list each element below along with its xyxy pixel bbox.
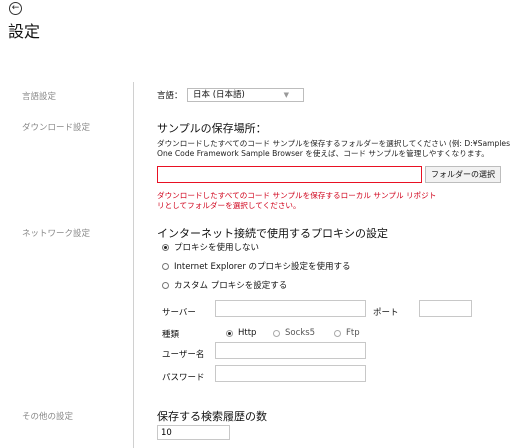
history-heading: 保存する検索履歴の数 — [157, 410, 267, 423]
type-socks-option[interactable]: Socks5 — [273, 328, 315, 338]
server-input[interactable] — [215, 300, 366, 317]
radio-selected-icon — [226, 329, 233, 337]
radio-icon — [162, 262, 169, 270]
proxy-ie-option[interactable]: Internet Explorer のプロキシ設定を使用する — [162, 260, 351, 272]
page-title: 設定 — [8, 22, 41, 41]
username-label: ユーザー名 — [162, 350, 205, 360]
type-http-option[interactable]: Http — [226, 328, 256, 338]
type-socks-label: Socks5 — [285, 328, 316, 338]
server-label: サーバー — [162, 308, 196, 318]
network-heading: インターネット接続で使用するプロキシの設定 — [157, 227, 388, 240]
language-select[interactable]: 日本 (日本語) ▼ — [187, 88, 304, 102]
nav-other[interactable]: その他の設定 — [22, 410, 73, 422]
history-count-input[interactable] — [157, 425, 230, 440]
type-ftp-label: Ftp — [346, 328, 360, 338]
language-label: 言語： — [157, 91, 183, 101]
nav-language[interactable]: 言語設定 — [22, 90, 56, 102]
proxy-custom-label: カスタム プロキシを設定する — [174, 281, 288, 291]
proxy-custom-option[interactable]: カスタム プロキシを設定する — [162, 279, 287, 291]
port-label: ポート — [373, 308, 399, 318]
download-desc-line2: One Code Framework Sample Browser を使えば、コ… — [157, 149, 489, 158]
language-select-value: 日本 (日本語) — [193, 90, 245, 100]
type-label: 種類 — [162, 330, 180, 340]
nav-network[interactable]: ネットワーク設定 — [22, 227, 90, 239]
radio-icon — [162, 281, 169, 289]
proxy-none-label: プロキシを使用しない — [174, 243, 260, 253]
folder-path-input[interactable] — [157, 166, 422, 183]
port-input[interactable] — [419, 300, 472, 317]
proxy-none-option[interactable]: プロキシを使用しない — [162, 241, 259, 253]
folder-error-line2: リとしてフォルダーを選択してください。 — [157, 201, 301, 210]
type-ftp-option[interactable]: Ftp — [334, 328, 360, 338]
password-input[interactable] — [215, 365, 366, 382]
proxy-ie-label: Internet Explorer のプロキシ設定を使用する — [174, 262, 351, 272]
radio-selected-icon — [162, 243, 169, 251]
chevron-down-icon: ▼ — [283, 91, 289, 99]
nav-download[interactable]: ダウンロード設定 — [22, 121, 90, 133]
download-heading: サンプルの保存場所： — [157, 122, 267, 135]
username-input[interactable] — [215, 342, 366, 359]
section-divider — [133, 82, 134, 448]
password-label: パスワード — [162, 373, 205, 383]
browse-folder-button[interactable]: フォルダーの選択 — [425, 166, 501, 183]
type-http-label: Http — [238, 328, 257, 338]
back-icon[interactable]: ← — [9, 2, 22, 15]
radio-icon — [334, 329, 341, 337]
radio-icon — [273, 329, 280, 337]
